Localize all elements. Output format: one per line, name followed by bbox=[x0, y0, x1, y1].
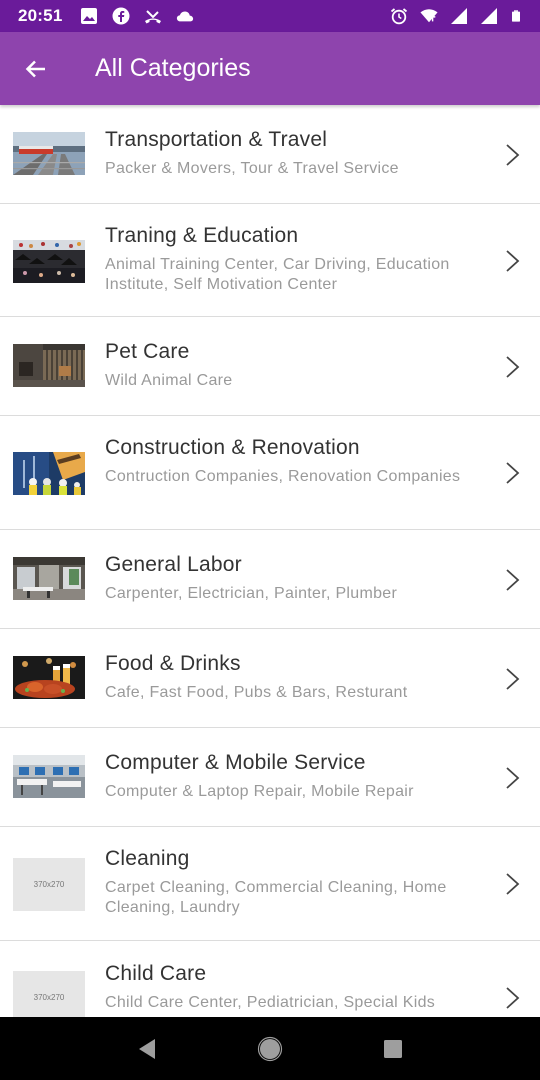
nav-recents-icon bbox=[384, 1039, 403, 1058]
category-image bbox=[13, 656, 85, 699]
chevron-right-icon bbox=[506, 462, 520, 484]
category-item[interactable]: General Labor Carpenter, Electrician, Pa… bbox=[0, 530, 540, 629]
arrow-back-icon bbox=[25, 60, 45, 77]
category-title: Computer & Mobile Service bbox=[105, 751, 366, 774]
category-subtitle: Cafe, Fast Food, Pubs & Bars, Resturant bbox=[105, 684, 408, 701]
battery-icon bbox=[512, 10, 520, 22]
category-item[interactable]: Traning & Education Animal Training Cent… bbox=[0, 204, 540, 317]
nav-back-button[interactable] bbox=[127, 1029, 167, 1069]
category-title: Pet Care bbox=[105, 340, 190, 363]
category-subtitle: Animal Training Center, Car Driving, Edu… bbox=[105, 256, 450, 293]
cloud-icon bbox=[177, 11, 194, 22]
signal-icon bbox=[451, 8, 467, 24]
nav-recents-button[interactable] bbox=[373, 1029, 413, 1069]
category-image-placeholder: 370x270 bbox=[13, 858, 85, 911]
category-image-placeholder: 370x270 bbox=[13, 971, 85, 1017]
chevron-right-icon bbox=[506, 356, 520, 378]
status-time: 20:51 bbox=[18, 6, 63, 25]
category-title: General Labor bbox=[105, 553, 242, 576]
facebook-icon bbox=[112, 7, 130, 25]
category-image bbox=[13, 344, 85, 387]
category-list[interactable]: Transportation & Travel Packer & Movers,… bbox=[0, 105, 540, 1017]
category-item[interactable]: Food & Drinks Cafe, Fast Food, Pubs & Ba… bbox=[0, 629, 540, 728]
chevron-right-icon bbox=[506, 767, 520, 789]
category-title: Food & Drinks bbox=[105, 652, 241, 675]
category-image bbox=[13, 132, 85, 175]
chevron-right-icon bbox=[506, 144, 520, 166]
category-subtitle: Computer & Laptop Repair, Mobile Repair bbox=[105, 783, 414, 800]
chevron-right-icon bbox=[506, 569, 520, 591]
category-item[interactable]: Computer & Mobile Service Computer & Lap… bbox=[0, 728, 540, 827]
category-title: Transportation & Travel bbox=[105, 128, 328, 151]
category-item[interactable]: 370x270 Cleaning Carpet Cleaning, Commer… bbox=[0, 827, 540, 941]
status-bar: 20:51 bbox=[0, 0, 540, 32]
category-title: Traning & Education bbox=[105, 224, 299, 247]
back-button[interactable] bbox=[0, 32, 72, 105]
category-subtitle: Carpet Cleaning, Commercial Cleaning, Ho… bbox=[105, 879, 447, 916]
category-subtitle: Carpenter, Electrician, Painter, Plumber bbox=[105, 585, 398, 602]
category-title: Cleaning bbox=[105, 847, 190, 870]
system-nav-bar bbox=[0, 1017, 540, 1080]
category-item[interactable]: Construction & Renovation Contruction Co… bbox=[0, 416, 540, 530]
signal-icon bbox=[481, 8, 497, 24]
category-subtitle: Child Care Center, Pediatrician, Special… bbox=[105, 994, 436, 1011]
image-icon bbox=[81, 8, 98, 24]
wifi-icon bbox=[420, 9, 438, 23]
chevron-right-icon bbox=[506, 873, 520, 895]
category-subtitle: Contruction Companies, Renovation Compan… bbox=[105, 468, 461, 485]
category-image bbox=[13, 557, 85, 600]
page-title: All Categories bbox=[95, 54, 251, 82]
notification-icons bbox=[80, 7, 194, 25]
system-icons bbox=[390, 7, 522, 25]
app-bar: All Categories bbox=[0, 32, 540, 105]
category-title: Construction & Renovation bbox=[105, 436, 360, 459]
category-image bbox=[13, 452, 85, 495]
category-subtitle: Wild Animal Care bbox=[105, 372, 233, 389]
alarm-icon bbox=[390, 8, 408, 25]
nav-home-icon bbox=[257, 1036, 283, 1061]
category-title: Child Care bbox=[105, 962, 207, 985]
missed-call-icon bbox=[145, 10, 162, 24]
nav-home-button[interactable] bbox=[250, 1029, 290, 1069]
nav-back-icon bbox=[138, 1038, 155, 1059]
chevron-right-icon bbox=[506, 987, 520, 1009]
category-item[interactable]: Pet Care Wild Animal Care bbox=[0, 317, 540, 416]
chevron-right-icon bbox=[506, 668, 520, 690]
category-item[interactable]: 370x270 Child Care Child Care Center, Pe… bbox=[0, 941, 540, 1017]
category-subtitle: Packer & Movers, Tour & Travel Service bbox=[105, 160, 399, 177]
category-image bbox=[13, 240, 85, 283]
category-image bbox=[13, 755, 85, 798]
chevron-right-icon bbox=[506, 250, 520, 272]
category-item[interactable]: Transportation & Travel Packer & Movers,… bbox=[0, 105, 540, 204]
